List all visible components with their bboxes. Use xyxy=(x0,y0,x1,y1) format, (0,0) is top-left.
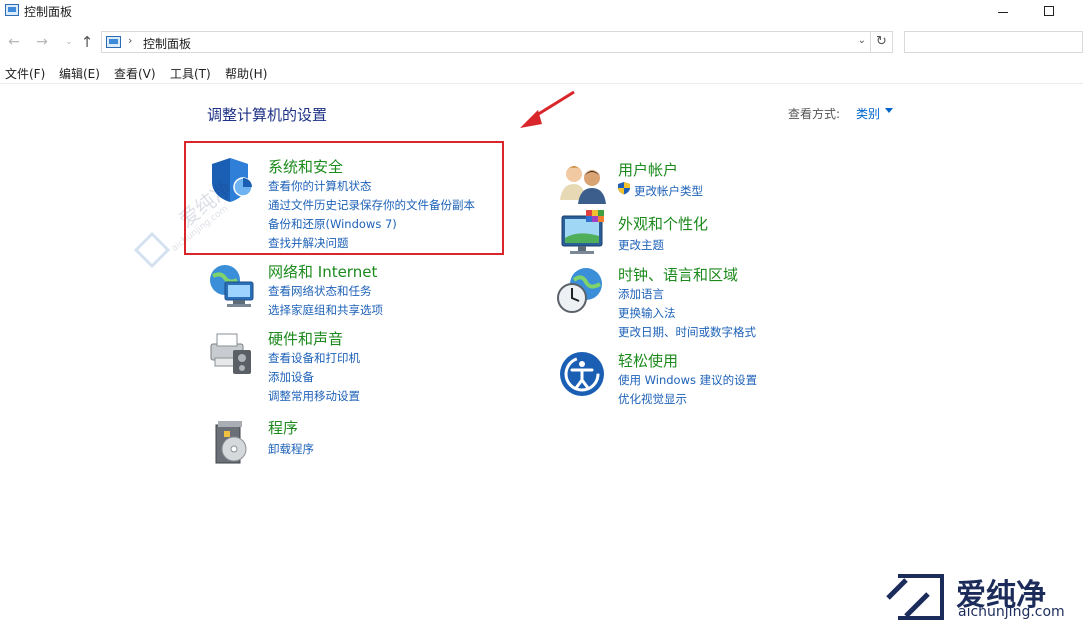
menu-tools[interactable]: 工具(T) xyxy=(170,65,211,82)
category-system-security[interactable]: 系统和安全 xyxy=(268,156,343,177)
monitor-palette-icon[interactable] xyxy=(558,208,608,258)
watermark-logo-icon xyxy=(133,231,171,269)
category-hardware-sound[interactable]: 硬件和声音 xyxy=(268,328,343,349)
view-by-label: 查看方式: xyxy=(788,107,841,121)
watermark-url: aichunjing.com xyxy=(958,604,1065,620)
link-homegroup-sharing[interactable]: 选择家庭组和共享选项 xyxy=(268,302,383,318)
category-ease-of-access[interactable]: 轻松使用 xyxy=(618,350,678,371)
refresh-button[interactable]: ↻ xyxy=(871,31,893,53)
breadcrumb-chevron-icon[interactable]: › xyxy=(128,34,132,47)
link-backup-restore[interactable]: 备份和还原(Windows 7) xyxy=(268,216,397,232)
maximize-icon xyxy=(1044,6,1054,16)
link-optimize-visual-display[interactable]: 优化视觉显示 xyxy=(618,391,687,407)
link-network-status[interactable]: 查看网络状态和任务 xyxy=(268,283,372,299)
forward-arrow-icon[interactable]: → xyxy=(33,32,51,52)
users-icon[interactable] xyxy=(558,160,608,210)
program-disc-icon[interactable] xyxy=(210,417,260,467)
printer-speaker-icon[interactable] xyxy=(207,328,257,378)
menu-file[interactable]: 文件(F) xyxy=(5,65,45,82)
category-user-accounts[interactable]: 用户帐户 xyxy=(618,159,678,180)
recent-locations-chevron-icon[interactable]: ⌄ xyxy=(60,32,78,52)
category-programs[interactable]: 程序 xyxy=(268,417,298,438)
link-change-date-time-format[interactable]: 更改日期、时间或数字格式 xyxy=(618,324,756,340)
link-file-history[interactable]: 通过文件历史记录保存你的文件备份副本 xyxy=(268,197,475,213)
back-arrow-icon[interactable]: ← xyxy=(5,32,23,52)
view-by-dropdown[interactable]: 类别 xyxy=(856,105,880,122)
link-change-theme[interactable]: 更改主题 xyxy=(618,237,664,253)
address-dropdown-chevron-icon[interactable]: ⌄ xyxy=(858,35,866,46)
link-devices-printers[interactable]: 查看设备和打印机 xyxy=(268,350,360,366)
link-troubleshoot[interactable]: 查找并解决问题 xyxy=(268,235,349,251)
minimize-button[interactable] xyxy=(980,0,1026,22)
category-clock-language-region[interactable]: 时钟、语言和区域 xyxy=(618,264,738,285)
link-view-computer-status[interactable]: 查看你的计算机状态 xyxy=(268,178,372,194)
clock-globe-icon[interactable] xyxy=(556,266,606,316)
link-add-device[interactable]: 添加设备 xyxy=(268,369,314,385)
window-title: 控制面板 xyxy=(24,5,73,19)
uac-shield-icon xyxy=(618,182,630,195)
ease-of-access-icon[interactable] xyxy=(558,350,608,400)
minimize-icon xyxy=(998,11,1008,13)
link-mobility-settings[interactable]: 调整常用移动设置 xyxy=(268,388,360,404)
control-panel-icon xyxy=(5,4,19,16)
link-add-language[interactable]: 添加语言 xyxy=(618,286,664,302)
link-change-account-type[interactable]: 更改帐户类型 xyxy=(634,183,703,199)
navigation-bar: ← → ⌄ ↑ › 控制面板 ⌄ ↻ xyxy=(0,29,1083,55)
title-bar: 控制面板 xyxy=(0,0,1083,22)
menu-view[interactable]: 查看(V) xyxy=(114,65,156,82)
control-panel-icon xyxy=(106,36,121,48)
menu-help[interactable]: 帮助(H) xyxy=(225,65,267,82)
address-bar[interactable]: › 控制面板 ⌄ xyxy=(101,31,871,53)
search-input[interactable] xyxy=(904,31,1083,53)
link-windows-suggested-settings[interactable]: 使用 Windows 建议的设置 xyxy=(618,372,757,388)
link-change-input-method[interactable]: 更换输入法 xyxy=(618,305,676,321)
view-by-caret-icon[interactable] xyxy=(885,108,893,113)
menu-bar: 文件(F) 编辑(E) 查看(V) 工具(T) 帮助(H) xyxy=(0,62,1083,84)
up-arrow-icon[interactable]: ↑ xyxy=(78,32,96,52)
watermark-logo-icon xyxy=(886,574,944,620)
category-appearance-personalization[interactable]: 外观和个性化 xyxy=(618,213,708,234)
link-uninstall-program[interactable]: 卸载程序 xyxy=(268,441,314,457)
maximize-button[interactable] xyxy=(1026,0,1072,22)
category-network-internet[interactable]: 网络和 Internet xyxy=(268,261,377,282)
menu-edit[interactable]: 编辑(E) xyxy=(59,65,100,82)
page-title: 调整计算机的设置 xyxy=(207,106,328,124)
breadcrumb[interactable]: 控制面板 xyxy=(143,35,191,52)
network-globe-icon[interactable] xyxy=(207,262,257,312)
annotation-arrow-icon xyxy=(520,90,575,128)
